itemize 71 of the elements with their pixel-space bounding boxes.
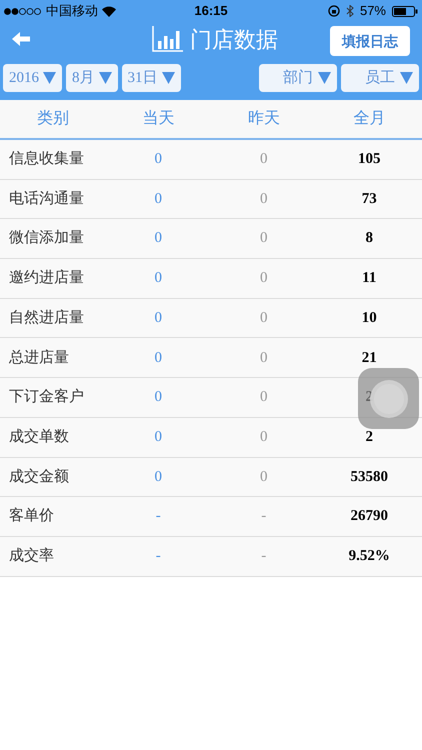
filter-dropdown[interactable]: 31日 — [122, 64, 180, 92]
table-cell-text: 0 — [154, 348, 163, 368]
table-cell-text: 0 — [259, 150, 268, 170]
table-cell-text: - — [154, 507, 162, 526]
table-cell-text: 0 — [154, 428, 163, 447]
table-cell-text: 26790 — [350, 507, 389, 526]
table-cell-text: 0 — [154, 388, 163, 408]
column-header: 类别 — [36, 108, 70, 129]
carrier-name: 中国移动 — [46, 2, 98, 20]
table-cell-text: - — [260, 507, 268, 526]
table-cell-text: 11 — [361, 269, 378, 288]
table-cell-text: 2 — [364, 428, 374, 447]
table-cell-text: 成交率 — [8, 546, 55, 566]
caret-icon — [43, 72, 56, 84]
table-cell-text: 0 — [259, 428, 268, 447]
table-cell-text: 0 — [259, 229, 268, 248]
table-cell-text: 成交单数 — [8, 426, 70, 447]
back-arrow-icon[interactable] — [12, 32, 30, 46]
table-cell-text: 下订金客户 — [8, 387, 85, 408]
table-cell-text: 9.52% — [348, 546, 391, 566]
filter-dropdown[interactable]: 员工 — [341, 64, 419, 92]
bluetooth-icon — [346, 5, 354, 17]
table-cell-text: 0 — [259, 468, 268, 487]
fill-log-button[interactable]: 填报日志 — [330, 26, 410, 56]
table-cell-text: 0 — [154, 308, 163, 328]
table-cell-text: 信息收集量 — [8, 149, 85, 170]
filter-dropdown[interactable]: 部门 — [259, 64, 337, 92]
table-cell-text: 0 — [154, 269, 163, 288]
table-cell-text: 10 — [360, 308, 378, 328]
clock-time: 16:15 — [194, 2, 228, 20]
table-cell-text: 成交金额 — [8, 466, 70, 487]
table-cell-text: 0 — [259, 388, 268, 408]
table-cell-text: 0 — [154, 190, 163, 209]
table-cell-text: 客单价 — [8, 506, 55, 526]
caret-icon — [318, 72, 331, 84]
caret-icon — [162, 72, 174, 84]
table-cell-text: 微信添加量 — [8, 228, 85, 248]
table-cell-text: - — [260, 546, 268, 566]
filter-dropdown[interactable]: 2016 — [3, 64, 62, 92]
table-cell-text: 0 — [154, 229, 163, 248]
rotation-lock-icon — [328, 5, 340, 17]
table-cell-text: 21 — [360, 348, 378, 368]
table-cell-text: 0 — [259, 190, 268, 209]
table-cell-text: - — [154, 546, 162, 566]
table-cell-text: 0 — [259, 348, 268, 368]
caret-icon — [98, 72, 112, 84]
battery-icon — [392, 6, 418, 16]
table-cell-text: 0 — [259, 308, 268, 328]
table-cell-text: 0 — [259, 269, 268, 288]
table-cell-text: 105 — [357, 150, 382, 170]
column-header: 当天 — [141, 109, 176, 129]
assistive-touch-button[interactable] — [358, 368, 419, 429]
caret-icon — [400, 72, 413, 84]
table-cell-text: 0 — [154, 150, 163, 170]
table-cell-text: 8 — [364, 229, 374, 248]
table-cell-text: 53580 — [350, 468, 389, 487]
table-cell-text: 总进店量 — [8, 348, 70, 368]
table-cell-text: 自然进店量 — [8, 308, 85, 328]
wifi-icon — [102, 6, 116, 16]
column-header: 全月 — [352, 109, 386, 129]
table-cell-text: 73 — [360, 190, 378, 209]
table-cell-text: 2 — [364, 388, 374, 408]
table-cell-text: 0 — [154, 468, 163, 487]
table-cell-text: 邀约进店量 — [8, 268, 85, 288]
column-header: 昨天 — [246, 109, 281, 129]
table-cell-text: 电话沟通量 — [8, 188, 85, 209]
page-title: 门店数据 — [190, 26, 278, 54]
bar-chart-icon — [152, 26, 184, 52]
battery-percent: 57% — [360, 2, 386, 20]
filter-dropdown[interactable]: 8月 — [66, 64, 118, 92]
signal-icon — [4, 8, 42, 14]
